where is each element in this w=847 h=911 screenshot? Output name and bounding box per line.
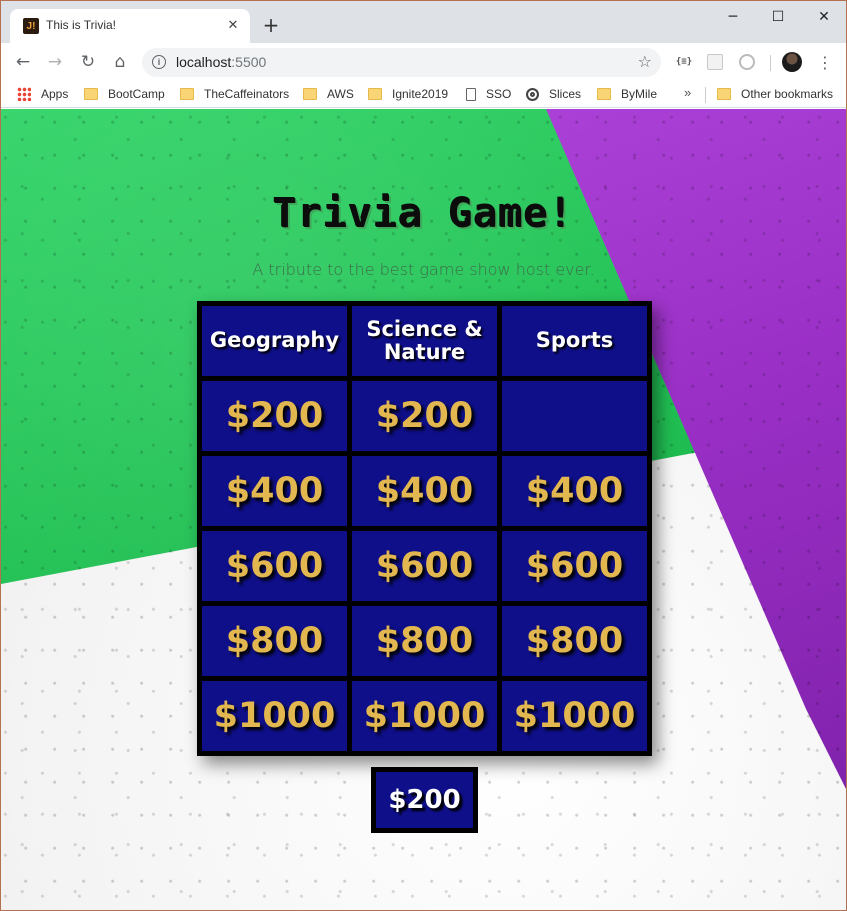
question-tile[interactable]: $1000 [502,681,647,751]
question-value: $400 [225,471,324,511]
bookmark-label: Apps [41,87,69,101]
bookmark-sso[interactable]: SSO [466,86,511,102]
question-value: $200 [225,396,324,436]
reload-icon[interactable]: ↻ [77,51,99,73]
category-header: Science & Nature [352,306,497,376]
page-content: Trivia Game! A tribute to the best game … [1,109,846,910]
folder-icon [84,88,98,100]
page-icon [466,87,476,101]
question-value: $600 [525,546,624,586]
category-label: Science & Nature [366,316,483,364]
minimize-icon[interactable]: ─ [718,7,748,27]
bookmark-label: TheCaffeinators [204,87,290,101]
bookmarks-divider [705,87,706,103]
jeopardy-favicon-icon: J! [23,18,39,34]
question-tile[interactable]: $600 [502,531,647,601]
question-value: $800 [375,621,474,661]
question-value: $200 [375,396,474,436]
question-value: $1000 [213,696,336,736]
bookmark-label: Slices [549,87,582,101]
question-value: $600 [225,546,324,586]
folder-icon [717,88,731,100]
question-tile[interactable]: $400 [502,456,647,526]
question-value: $1000 [513,696,636,736]
bookmarks-bar: Apps BootCamp TheCaffeinators AWS Ignite… [1,80,846,108]
browser-menu-icon[interactable]: ⋮ [816,52,834,72]
browser-window: J! This is Trivia! ✕ + ─ ☐ ✕ ← → ↻ ⌂ i l… [0,0,847,911]
question-tile[interactable]: $200 [202,381,347,451]
url-text: localhost:5500 [176,54,266,70]
question-value: $400 [525,471,624,511]
json-viewer-extension-icon[interactable]: {≡} [675,53,693,71]
category-label: Sports [535,328,614,353]
tab-this-is-trivia[interactable]: J! This is Trivia! ✕ [10,9,250,43]
extension-circle-icon[interactable] [739,54,755,70]
home-icon[interactable]: ⌂ [109,51,131,73]
question-tile[interactable]: $800 [502,606,647,676]
folder-icon [180,88,194,100]
bookmark-bymile[interactable]: ByMile [597,86,657,102]
folder-icon [368,88,382,100]
close-window-icon[interactable]: ✕ [809,7,839,27]
question-tile[interactable]: $400 [202,456,347,526]
bookmark-label: Ignite2019 [392,87,449,101]
bookmark-ignite2019[interactable]: Ignite2019 [368,86,448,102]
question-value: $400 [375,471,474,511]
address-bar[interactable]: i localhost:5500 ☆ [142,48,661,77]
toolbar-divider [770,55,771,71]
bookmark-star-icon[interactable]: ☆ [638,52,652,71]
url-port: :5500 [231,54,267,70]
category-header: Geography [202,306,347,376]
question-value: $800 [525,621,624,661]
question-value: $600 [375,546,474,586]
new-tab-button[interactable]: + [261,13,281,37]
folder-icon [597,88,611,100]
bookmark-aws[interactable]: AWS [303,86,354,102]
bookmark-apps[interactable]: Apps [17,86,68,102]
question-tile-empty [502,381,647,451]
category-header: Sports [502,306,647,376]
question-tile[interactable]: $1000 [202,681,347,751]
bookmark-thecaffeinators[interactable]: TheCaffeinators [180,86,289,102]
question-tile[interactable]: $800 [352,606,497,676]
maximize-icon[interactable]: ☐ [763,7,793,27]
current-question-value-box: $200 [371,767,478,833]
other-bookmarks-label: Other bookmarks [741,87,834,101]
page-subtitle: A tribute to the best game show host eve… [252,260,595,279]
forward-arrow-icon[interactable]: → [44,51,66,73]
folder-icon [303,88,317,100]
bookmark-bootcamp[interactable]: BootCamp [84,86,165,102]
game-board: Geography Science & Nature Sports $200 $… [197,301,652,756]
bookmark-label: ByMile [621,87,658,101]
tab-title: This is Trivia! [46,18,117,32]
question-tile[interactable]: $200 [352,381,497,451]
more-bookmarks-chevron-icon[interactable]: » [684,85,691,100]
page-title: Trivia Game! [273,191,574,237]
question-tile[interactable]: $800 [202,606,347,676]
close-tab-icon[interactable]: ✕ [224,16,242,34]
slices-icon [526,87,539,101]
question-value: $1000 [363,696,486,736]
category-label: Geography [209,328,340,353]
question-tile[interactable]: $600 [352,531,497,601]
site-info-icon[interactable]: i [152,55,166,69]
question-value: $800 [225,621,324,661]
browser-toolbar: ← → ↻ ⌂ i localhost:5500 ☆ {≡} ⋮ [1,43,846,80]
current-question-value: $200 [376,772,473,828]
bookmark-label: SSO [486,87,512,101]
bookmark-label: AWS [327,87,354,101]
question-tile[interactable]: $600 [202,531,347,601]
tab-strip: J! This is Trivia! ✕ + ─ ☐ ✕ [1,1,846,43]
question-tile[interactable]: $400 [352,456,497,526]
question-tile[interactable]: $1000 [352,681,497,751]
bookmark-label: BootCamp [108,87,165,101]
extension-box-icon[interactable] [707,54,723,70]
bookmark-slices[interactable]: Slices [526,86,581,102]
url-host: localhost [176,54,232,70]
apps-grid-icon [17,87,31,101]
back-arrow-icon[interactable]: ← [12,51,34,73]
other-bookmarks[interactable]: Other bookmarks [717,86,833,102]
profile-avatar[interactable] [782,52,802,72]
